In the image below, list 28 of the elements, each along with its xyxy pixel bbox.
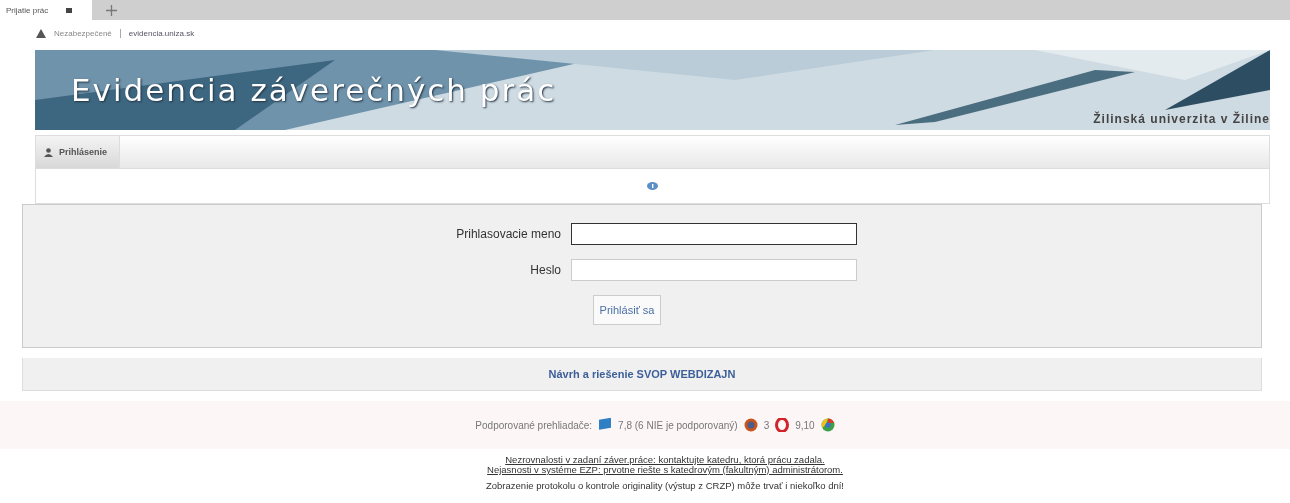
version-text: 7,8 (6 NIE je podporovaný) [618,419,738,431]
version-text: 3 [763,419,770,431]
info-icon [647,182,658,190]
field-label: Prihlasovacie meno [455,227,561,241]
browsers-label: Podporované prehliadače: [475,419,593,431]
menu-tab[interactable]: Prihlásenie [36,136,121,168]
notice-link[interactable]: Nejasnosti v systéme EZP: prvotne riešte s katedrovým (fakultným) administrátorom. [487,465,843,475]
field-label: Heslo [529,263,561,277]
warning-icon [36,28,46,38]
browser-logo-icon [775,418,790,432]
url-text: evidencia.uniza.sk [119,28,195,38]
browser-logo-icon [598,418,613,432]
browser-logo-icon [743,418,758,432]
university-name: Žilinská univerzita v Žiline [1093,112,1270,126]
address-bar[interactable]: Nezabezpečené evidencia.uniza.sk [0,20,1290,46]
site-title: Evidencia záverečných prác [71,72,557,108]
notice-link[interactable]: Nezrovnalosti v zadaní záver.práce: kontaktujte katedru, ktorá prácu zadala. [505,455,825,465]
user-icon [44,147,53,157]
tab-title: Prijatie prác [6,5,49,15]
new-tab-button[interactable] [106,4,117,16]
credit-link[interactable]: Návrh a riešenie SVOP WEBDIZAJN [548,368,736,380]
version-text: 9,10 [795,419,815,431]
login-button[interactable]: Prihlásiť sa [592,295,662,325]
browser-logo-icon [820,418,835,432]
input-field[interactable] [571,223,857,245]
security-label: Nezabezpečené [54,28,112,38]
notice-text: Zobrazenie protokolu o kontrole originality (výstup z CRZP) môže trvať i niekoľko dní! [486,481,844,491]
browser-tab[interactable]: Prijatie prác [0,0,92,20]
